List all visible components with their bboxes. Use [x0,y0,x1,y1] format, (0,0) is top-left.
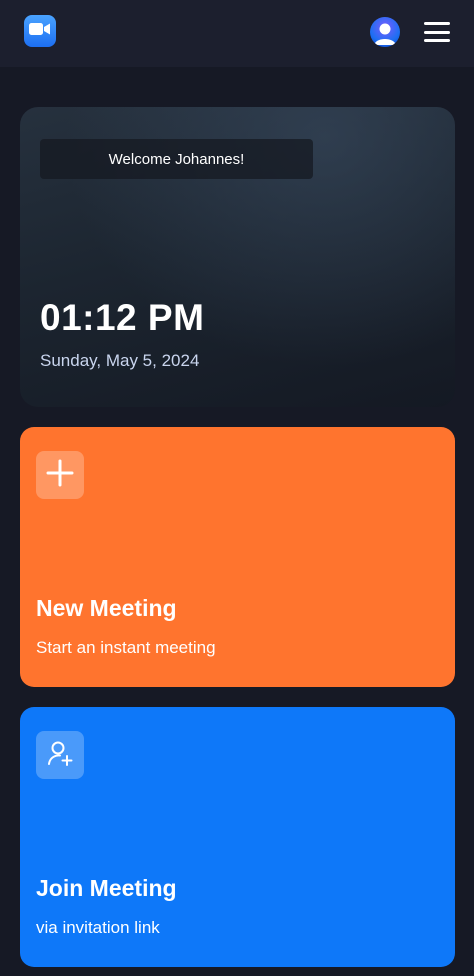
top-bar [0,0,474,67]
join-meeting-title: Join Meeting [36,875,177,901]
welcome-message: Welcome Johannes! [40,139,313,179]
current-date: Sunday, May 5, 2024 [40,351,200,370]
plus-icon [45,458,75,493]
join-meeting-subtitle: via invitation link [36,918,160,937]
user-avatar-icon [370,23,400,47]
join-meeting-icon-box [36,731,84,779]
menu-line [424,30,450,34]
new-meeting-title: New Meeting [36,595,177,621]
welcome-hero-card: Welcome Johannes! 01:12 PM Sunday, May 5… [20,107,455,407]
app-logo[interactable] [24,15,56,47]
menu-line [424,22,450,25]
user-avatar[interactable] [370,17,400,47]
hamburger-menu-button[interactable] [422,20,452,44]
new-meeting-subtitle: Start an instant meeting [36,638,216,657]
current-time: 01:12 PM [40,297,205,338]
add-user-icon [46,739,74,772]
video-camera-icon [29,22,51,41]
new-meeting-icon-box [36,451,84,499]
new-meeting-card[interactable]: New Meeting Start an instant meeting [20,427,455,687]
menu-line [424,39,450,42]
join-meeting-card[interactable]: Join Meeting via invitation link [20,707,455,967]
